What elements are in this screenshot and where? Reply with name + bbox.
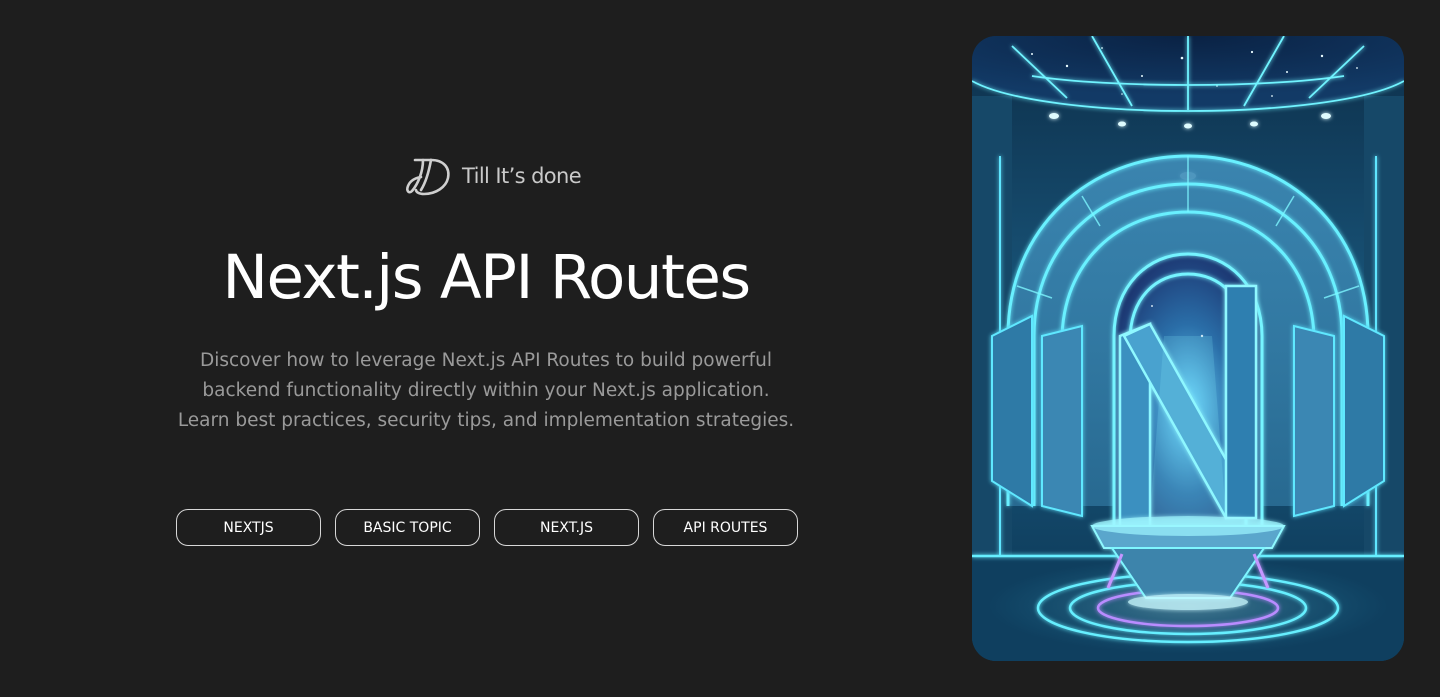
brand-name: Till It’s done (462, 164, 582, 188)
tag-api-routes[interactable]: API ROUTES (653, 509, 798, 546)
page: Till It’s done Next.js API Routes Discov… (0, 0, 1440, 697)
brand[interactable]: Till It’s done (404, 154, 582, 198)
page-description: Discover how to leverage Next.js API Rou… (150, 346, 822, 436)
description-line: Discover how to leverage Next.js API Rou… (199, 350, 773, 371)
neon-n-portal-illustration (972, 36, 1404, 661)
td-monogram-icon (406, 158, 450, 196)
page-title: Next.js API Routes (222, 242, 751, 313)
hero-content: Till It’s done Next.js API Routes Discov… (0, 0, 972, 697)
tag-basic-topic[interactable]: BASIC TOPIC (335, 509, 480, 546)
hero-image (972, 36, 1404, 661)
description-line: Learn best practices, security tips, and… (177, 410, 795, 431)
description-line: backend functionality directly within yo… (202, 380, 770, 401)
tag-nextjs[interactable]: NEXTJS (176, 509, 321, 546)
tag-list: NEXTJS BASIC TOPIC NEXT.JS API ROUTES (176, 509, 798, 546)
tag-next-js[interactable]: NEXT.JS (494, 509, 639, 546)
